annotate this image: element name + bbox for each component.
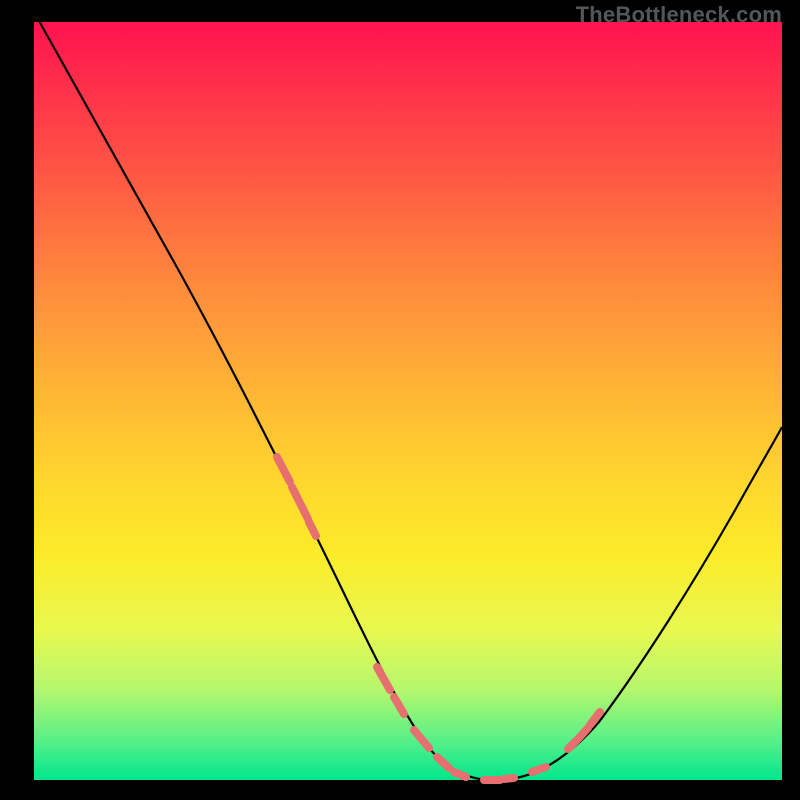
- chart-outer-frame: TheBottleneck.com: [0, 0, 800, 800]
- marker-dash: [292, 487, 308, 519]
- marker-dash: [377, 667, 390, 690]
- marker-group-valley: [377, 667, 546, 780]
- marker-group-left-arm: [277, 457, 316, 536]
- marker-dash: [309, 522, 316, 536]
- marker-dash: [394, 697, 404, 714]
- marker-dash: [568, 740, 577, 749]
- marker-dash: [504, 778, 514, 779]
- marker-dash: [437, 757, 449, 768]
- marker-group-right-arm: [568, 712, 600, 749]
- marker-dash: [277, 457, 290, 482]
- watermark-text: TheBottleneck.com: [576, 2, 782, 28]
- marker-dash: [454, 772, 466, 777]
- marker-dash: [532, 767, 546, 772]
- marker-dash: [414, 730, 429, 748]
- chart-svg: [34, 22, 782, 780]
- bottleneck-curve: [34, 12, 782, 780]
